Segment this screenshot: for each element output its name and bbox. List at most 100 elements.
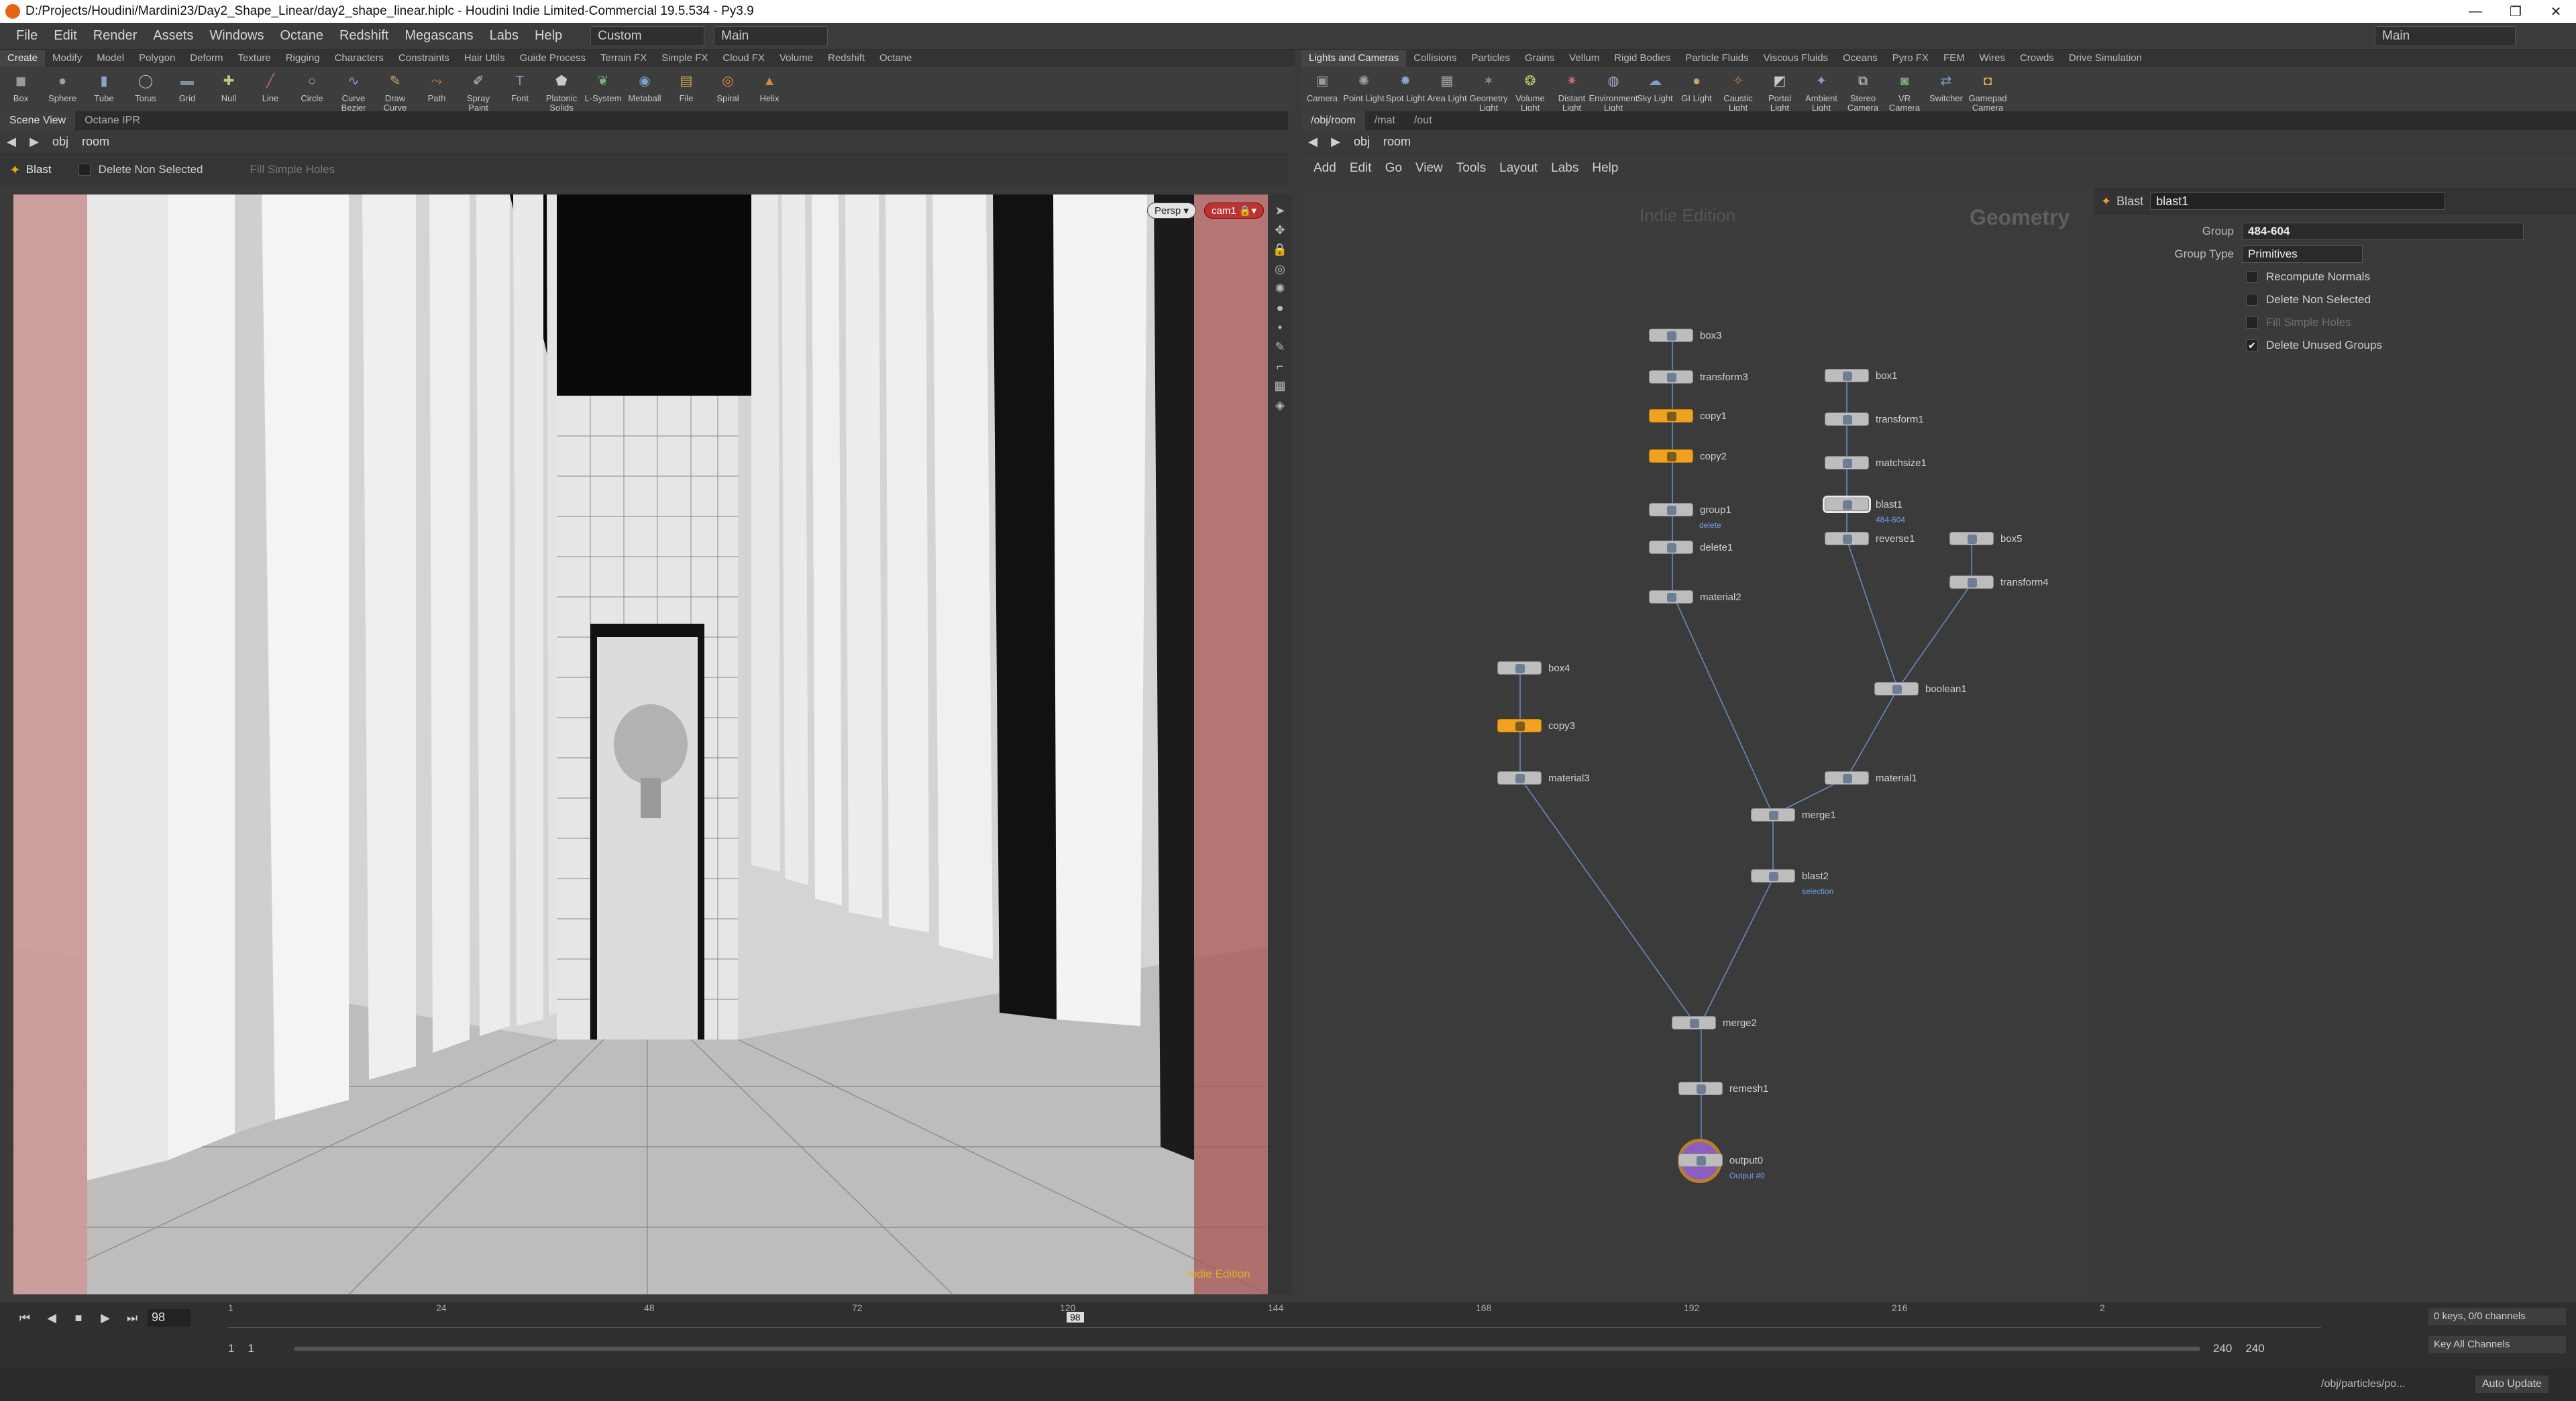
menu-edit[interactable]: Edit xyxy=(46,28,85,44)
net-path-crumb-room[interactable]: room xyxy=(1377,135,1417,149)
left-shelf-tool-spiral[interactable]: ◎ Spiral xyxy=(707,70,749,103)
left-shelf-tab-simple-fx[interactable]: Simple FX xyxy=(654,50,715,66)
right-shelf-tab-particle-fluids[interactable]: Particle Fluids xyxy=(1678,50,1756,66)
persp-menu[interactable]: Persp ▾ xyxy=(1147,203,1196,219)
delete-non-selected-checkbox[interactable] xyxy=(78,164,91,176)
node-boolean1[interactable]: boolean1 xyxy=(1874,682,1967,695)
network-menu-go[interactable]: Go xyxy=(1379,161,1409,176)
net-path-crumb-obj[interactable]: obj xyxy=(1347,135,1377,149)
right-shelf-tab-fem[interactable]: FEM xyxy=(1936,50,1972,66)
left-shelf-tab-modify[interactable]: Modify xyxy=(45,50,89,66)
left-shelf-tool-line[interactable]: ╱ Line xyxy=(250,70,291,103)
recompute-normals-checkbox[interactable] xyxy=(2246,271,2258,283)
scene-pane-tab-0[interactable]: Scene View xyxy=(0,111,76,130)
auto-update-dropdown[interactable]: Auto Update xyxy=(2475,1376,2548,1393)
range-start-2[interactable]: 1 xyxy=(248,1342,254,1355)
node-merge1[interactable]: merge1 xyxy=(1751,808,1836,822)
right-shelf-tool-volume-light[interactable]: ❂ Volume Light xyxy=(1509,70,1551,113)
right-shelf-tool-portal-light[interactable]: ◩ Portal Light xyxy=(1759,70,1801,113)
menu-render[interactable]: Render xyxy=(85,28,146,44)
path-crumb-room[interactable]: room xyxy=(75,135,116,149)
left-shelf-tab-redshift[interactable]: Redshift xyxy=(820,50,872,66)
node-reverse1[interactable]: reverse1 xyxy=(1825,532,1915,545)
menu-labs[interactable]: Labs xyxy=(482,28,527,44)
network-pane-tab-2[interactable]: /out xyxy=(1405,111,1442,130)
left-shelf-tool-null[interactable]: ✚ Null xyxy=(208,70,250,103)
right-shelf-tool-gamepad-camera[interactable]: ◘ Gamepad Camera xyxy=(1967,70,2008,113)
right-main-dropdown[interactable]: Main xyxy=(2375,25,2516,46)
right-shelf-tool-vr-camera[interactable]: ◙ VR Camera xyxy=(1884,70,1925,113)
node-copy3[interactable]: copy3 xyxy=(1497,719,1575,732)
node-merge2[interactable]: merge2 xyxy=(1672,1016,1757,1029)
point-icon[interactable]: • xyxy=(1278,321,1282,335)
node-material2[interactable]: material2 xyxy=(1649,590,1741,604)
left-shelf-tool-font[interactable]: T Font xyxy=(499,70,541,103)
left-shelf-tab-cloud-fx[interactable]: Cloud FX xyxy=(715,50,772,66)
network-menu-edit[interactable]: Edit xyxy=(1343,161,1379,176)
node-transform4[interactable]: transform4 xyxy=(1949,575,2049,589)
snap-icon[interactable]: ◎ xyxy=(1275,262,1285,276)
current-frame-field[interactable]: 98 xyxy=(148,1309,191,1327)
right-shelf-tab-lights-and-cameras[interactable]: Lights and Cameras xyxy=(1301,50,1407,66)
menu-megascans[interactable]: Megascans xyxy=(396,28,481,44)
menu-octane[interactable]: Octane xyxy=(272,28,331,44)
net-forward-arrow-icon[interactable]: ▶ xyxy=(1324,131,1347,154)
net-back-arrow-icon[interactable]: ◀ xyxy=(1301,131,1324,154)
fill-simple-holes-checkbox[interactable] xyxy=(2246,317,2258,329)
node-transform1[interactable]: transform1 xyxy=(1825,412,1924,426)
group-field[interactable]: 484-604 xyxy=(2242,223,2524,240)
node-copy1[interactable]: copy1 xyxy=(1649,409,1727,423)
left-shelf-tool-path[interactable]: ⤳ Path xyxy=(416,70,458,103)
node-remesh1[interactable]: remesh1 xyxy=(1678,1082,1768,1095)
back-arrow-icon[interactable]: ◀ xyxy=(0,131,23,154)
toggle-recompute-normals[interactable]: Recompute Normals xyxy=(2094,266,2576,288)
left-shelf-tab-characters[interactable]: Characters xyxy=(327,50,391,66)
left-shelf-tab-hair-utils[interactable]: Hair Utils xyxy=(457,50,513,66)
right-shelf-tool-geometry-light[interactable]: ✶ Geometry Light xyxy=(1468,70,1509,113)
jump-start-button[interactable]: ⏮ xyxy=(13,1306,36,1329)
right-shelf-tab-vellum[interactable]: Vellum xyxy=(1562,50,1607,66)
toggle-fill-simple-holes[interactable]: Fill Simple Holes xyxy=(2094,311,2576,334)
right-shelf-tab-rigid-bodies[interactable]: Rigid Bodies xyxy=(1607,50,1678,66)
left-shelf-tab-model[interactable]: Model xyxy=(89,50,131,66)
left-shelf-tab-constraints[interactable]: Constraints xyxy=(391,50,457,66)
desktop-dropdown[interactable]: Custom xyxy=(590,25,705,46)
stop-button[interactable]: ■ xyxy=(67,1306,90,1329)
ghost-icon[interactable]: ◈ xyxy=(1275,398,1285,412)
range-end[interactable]: 240 xyxy=(2213,1342,2232,1355)
node-box4[interactable]: box4 xyxy=(1497,661,1570,675)
right-shelf-tool-spot-light[interactable]: ✹ Spot Light xyxy=(1385,70,1426,103)
close-button[interactable]: ✕ xyxy=(2536,0,2576,23)
camera-menu[interactable]: cam1 🔒▾ xyxy=(1204,203,1265,219)
right-shelf-tab-collisions[interactable]: Collisions xyxy=(1406,50,1464,66)
left-shelf-tool-tube[interactable]: ▮ Tube xyxy=(83,70,125,103)
right-shelf-tool-switcher[interactable]: ⇄ Switcher xyxy=(1925,70,1967,103)
left-shelf-tab-volume[interactable]: Volume xyxy=(772,50,820,66)
node-box5[interactable]: box5 xyxy=(1949,532,2023,545)
left-shelf-tool-torus[interactable]: ◯ Torus xyxy=(125,70,166,103)
network-menu-view[interactable]: View xyxy=(1409,161,1450,176)
light-icon[interactable]: ✺ xyxy=(1275,282,1285,296)
node-group1[interactable]: group1 xyxy=(1649,503,1731,516)
left-shelf-tool-spray-paint[interactable]: ✐ Spray Paint xyxy=(458,70,499,113)
range-slider[interactable] xyxy=(294,1347,2200,1351)
left-shelf-tool-file[interactable]: ▤ File xyxy=(665,70,707,103)
left-shelf-tab-rigging[interactable]: Rigging xyxy=(278,50,327,66)
node-delete1[interactable]: delete1 xyxy=(1649,541,1733,554)
left-shelf-tool-l-system[interactable]: ❦ L-System xyxy=(582,70,624,103)
right-shelf-tool-stereo-camera[interactable]: ⧉ Stereo Camera xyxy=(1842,70,1884,113)
right-shelf-tool-distant-light[interactable]: ✷ Distant Light xyxy=(1551,70,1593,113)
group-type-dropdown[interactable]: Primitives xyxy=(2242,245,2363,263)
lock-icon[interactable]: 🔒 xyxy=(1273,243,1287,257)
node-box1[interactable]: box1 xyxy=(1825,369,1898,382)
left-shelf-tool-helix[interactable]: ▲ Helix xyxy=(749,70,790,103)
network-pane-tab-1[interactable]: /mat xyxy=(1365,111,1405,130)
node-network-editor[interactable]: Indie Edition Geometry box3 transform3 c… xyxy=(1299,188,2093,1301)
right-shelf-tab-particles[interactable]: Particles xyxy=(1464,50,1517,66)
left-shelf-tool-curve-bezier[interactable]: ∿ Curve Bezier xyxy=(333,70,374,113)
node-blast2[interactable]: blast2 xyxy=(1751,869,1829,883)
node-copy2[interactable]: copy2 xyxy=(1649,449,1727,463)
play-back-button[interactable]: ◀ xyxy=(40,1306,63,1329)
node-transform3[interactable]: transform3 xyxy=(1649,370,1748,384)
3d-viewport[interactable]: Persp ▾ cam1 🔒▾ Indie Edition xyxy=(13,194,1268,1294)
